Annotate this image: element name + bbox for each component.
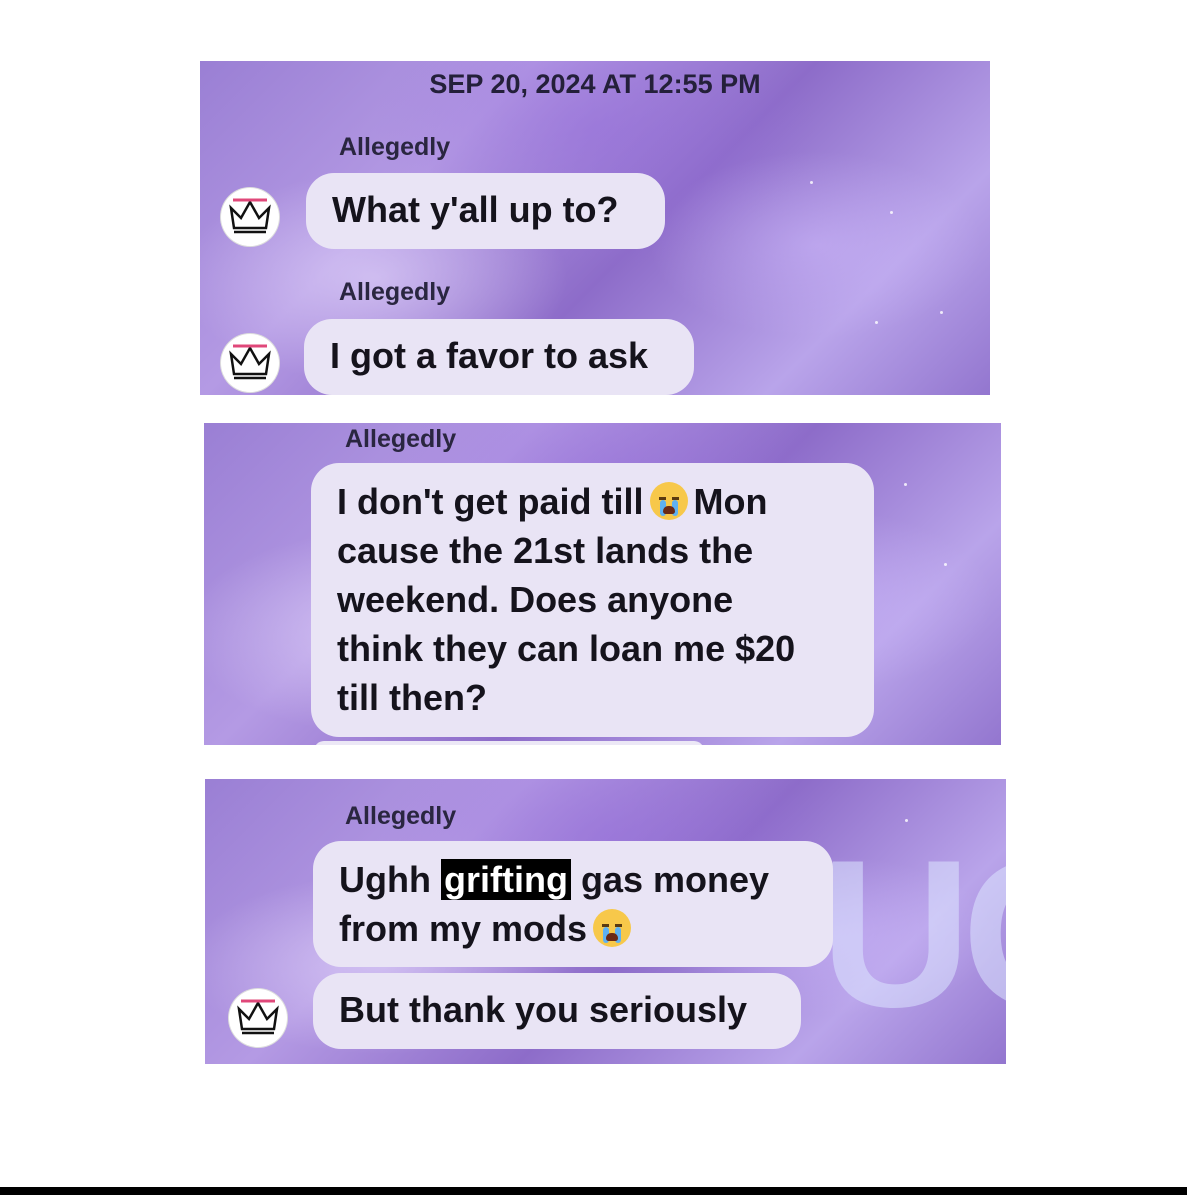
message-bubble[interactable]: I don't get paid till Mon cause the 21st … [311, 463, 874, 737]
message-text: I got a favor to ask [330, 335, 649, 376]
message-bubble[interactable]: But thank you seriously [313, 973, 801, 1049]
bottom-divider [0, 1187, 1187, 1195]
message-line: from my mods [339, 904, 833, 953]
sender-name: Allegedly [345, 425, 457, 453]
star-decoration [810, 181, 813, 184]
loudly-crying-face-icon [593, 909, 632, 947]
star-decoration [905, 819, 908, 822]
crown-avatar-icon[interactable] [221, 334, 279, 392]
message-bubble[interactable]: Ughh grifting gas money from my mods [313, 841, 833, 967]
crown-avatar-icon[interactable] [229, 989, 287, 1047]
crown-avatar-icon[interactable] [221, 188, 279, 246]
message-bubble[interactable]: What y'all up to? [306, 173, 665, 249]
sender-name: Allegedly [339, 278, 451, 306]
message-line: I don't get paid till Mon [337, 481, 768, 522]
message-line: think they can loan me $20 [337, 628, 796, 669]
screenshot-panel-2: Allegedly I don't get paid till Mon cause… [204, 423, 1001, 745]
message-text: But thank you seriously [339, 989, 748, 1030]
next-message-bubble-edge [314, 741, 704, 745]
star-decoration [904, 483, 907, 486]
star-decoration [890, 211, 893, 214]
screenshot-panel-3: UC Allegedly Ughh grifting gas money fro… [205, 779, 1006, 1064]
star-decoration [940, 311, 943, 314]
background-glow-text: UC [820, 816, 1006, 1051]
star-decoration [875, 321, 878, 324]
star-decoration [944, 563, 947, 566]
message-bubble[interactable]: I got a favor to ask [304, 319, 694, 395]
message-line: till then? [337, 677, 487, 718]
message-text: What y'all up to? [332, 189, 619, 230]
sender-name: Allegedly [345, 802, 457, 830]
message-timestamp: SEP 20, 2024 AT 12:55 PM [429, 69, 761, 99]
message-line: cause the 21st lands the [337, 530, 754, 571]
highlighted-word: grifting [440, 859, 571, 900]
loudly-crying-face-icon [649, 482, 688, 520]
screenshot-panel-1: SEP 20, 2024 AT 12:55 PM Allegedly What … [200, 61, 990, 395]
message-line: Ughh grifting gas money [339, 859, 770, 900]
message-line: weekend. Does anyone [337, 579, 734, 620]
sender-name: Allegedly [339, 133, 451, 161]
